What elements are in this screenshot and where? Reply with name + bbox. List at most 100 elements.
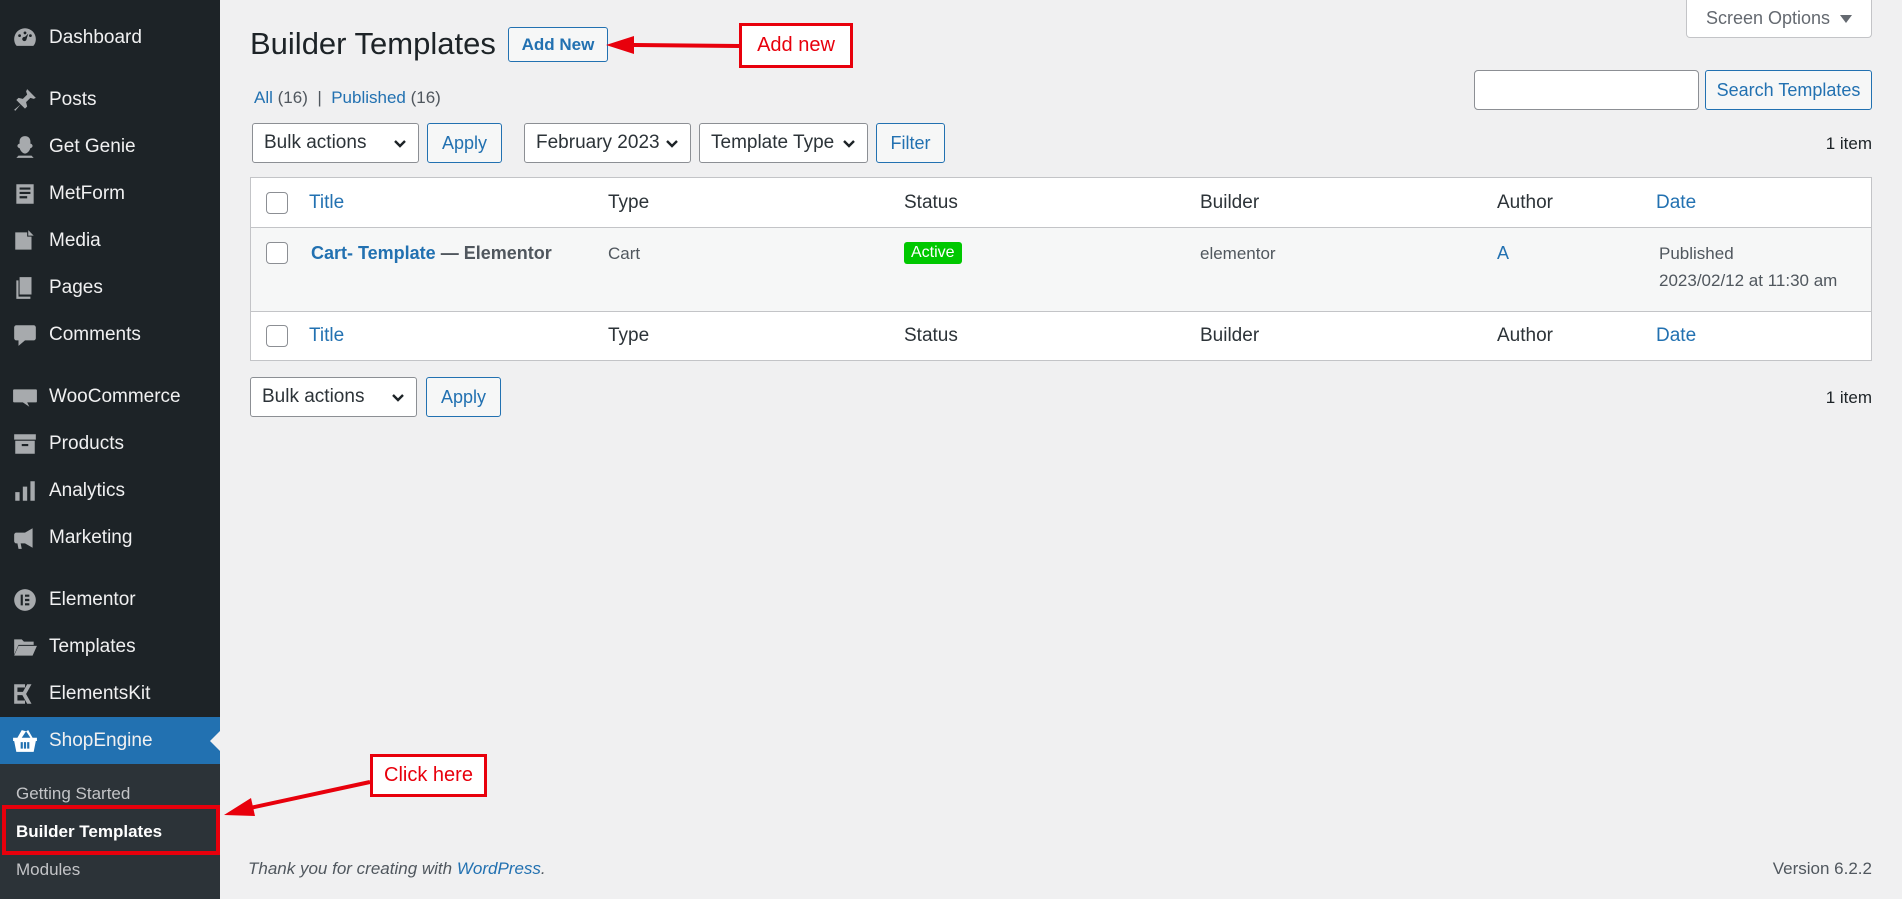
sidebar-item-label: Products	[49, 432, 124, 454]
footer-thanks-suffix: .	[540, 859, 546, 878]
screen-options-button[interactable]: Screen Options	[1686, 0, 1872, 38]
sidebar-item-label: ShopEngine	[49, 729, 153, 751]
annotation-click-here: Click here	[370, 754, 487, 797]
sidebar-item-elementor[interactable]: Elementor	[0, 576, 220, 623]
sidebar-item-label: Pages	[49, 276, 103, 298]
chevron-down-icon	[392, 135, 408, 151]
chevron-down-icon	[841, 135, 857, 151]
arrow-to-builder-templates	[249, 780, 371, 810]
bulk-actions-select-top[interactable]: Bulk actions	[252, 123, 419, 163]
row-builder: elementor	[1200, 244, 1276, 263]
form-icon	[11, 180, 39, 208]
arrow-to-add-new	[629, 43, 740, 48]
sidebar-item-pages[interactable]: Pages	[0, 264, 220, 311]
filter-separator: |	[317, 88, 322, 107]
sidebar-item-shopengine[interactable]: ShopEngine	[0, 717, 220, 764]
item-count-bottom: 1 item	[1825, 388, 1872, 407]
footer-version: Version 6.2.2	[1772, 859, 1872, 878]
pin-icon	[11, 86, 39, 114]
comment-icon	[11, 321, 39, 349]
submenu-modules[interactable]: Modules	[16, 860, 80, 880]
bulk-actions-select-bottom[interactable]: Bulk actions	[250, 377, 417, 417]
column-date-bottom[interactable]: Date	[1656, 325, 1696, 347]
arrowhead-builder-templates	[224, 798, 255, 816]
column-title[interactable]: Title	[309, 192, 344, 214]
sidebar-item-get-genie[interactable]: Get Genie	[0, 123, 220, 170]
sidebar-item-analytics[interactable]: Analytics	[0, 467, 220, 514]
sidebar-item-label: Get Genie	[49, 135, 136, 157]
sidebar-item-metform[interactable]: MetForm	[0, 170, 220, 217]
sidebar-item-label: Comments	[49, 323, 141, 345]
sidebar-item-media[interactable]: Media	[0, 217, 220, 264]
select-all-checkbox[interactable]	[266, 192, 288, 214]
template-type-label: Template Type	[711, 132, 835, 153]
column-type-bottom: Type	[608, 325, 650, 346]
sidebar-item-label: ElementsKit	[49, 682, 151, 704]
woo-icon	[11, 383, 39, 411]
sidebar-item-label: MetForm	[49, 182, 125, 204]
column-type: Type	[608, 192, 650, 213]
sidebar-item-label: Marketing	[49, 526, 133, 548]
elementskit-icon	[11, 680, 39, 708]
folder-icon	[11, 633, 39, 661]
filter-button[interactable]: Filter	[876, 123, 945, 163]
column-builder-bottom: Builder	[1200, 325, 1260, 346]
sidebar-item-label: Dashboard	[49, 26, 142, 48]
sidebar-item-marketing[interactable]: Marketing	[0, 514, 220, 561]
search-input[interactable]	[1474, 70, 1699, 110]
page-title: Builder Templates	[250, 26, 496, 61]
table-row: Cart- Template — Elementor Cart Active e…	[251, 228, 1871, 311]
sidebar-item-elementskit[interactable]: ElementsKit	[0, 670, 220, 717]
column-author: Author	[1497, 192, 1553, 213]
sidebar-item-comments[interactable]: Comments	[0, 311, 220, 358]
footer-thanks-prefix: Thank you for creating with	[248, 859, 457, 878]
column-author-bottom: Author	[1497, 325, 1553, 346]
filter-all-link[interactable]: All	[254, 88, 273, 107]
select-all-checkbox-bottom[interactable]	[266, 325, 288, 347]
apply-button-bottom[interactable]: Apply	[426, 377, 501, 417]
sidebar-item-label: Media	[49, 229, 101, 251]
bulk-actions-label: Bulk actions	[264, 132, 367, 153]
row-checkbox[interactable]	[266, 242, 288, 264]
dashboard-icon	[11, 24, 39, 52]
row-title-suffix: — Elementor	[435, 243, 552, 263]
sidebar-item-label: WooCommerce	[49, 385, 181, 407]
sidebar-item-label: Elementor	[49, 588, 136, 610]
date-filter-label: February 2023	[536, 132, 660, 153]
add-new-button[interactable]: Add New	[508, 27, 608, 62]
search-templates-button[interactable]: Search Templates	[1705, 70, 1872, 110]
chevron-down-icon	[664, 135, 680, 151]
sidebar-item-label: Posts	[49, 88, 97, 110]
column-status-bottom: Status	[904, 325, 958, 346]
row-type: Cart	[608, 244, 641, 263]
column-title-bottom[interactable]: Title	[309, 325, 344, 347]
wordpress-link[interactable]: WordPress	[457, 859, 541, 878]
row-title-link[interactable]: Cart- Template	[311, 243, 436, 263]
template-type-select[interactable]: Template Type	[699, 123, 868, 163]
sidebar-item-products[interactable]: Products	[0, 420, 220, 467]
submenu-getting-started[interactable]: Getting Started	[16, 784, 130, 804]
screen-options-label: Screen Options	[1705, 8, 1831, 28]
elementor-icon	[11, 586, 39, 614]
filter-published-count: (16)	[410, 88, 441, 107]
pages-icon	[11, 274, 39, 302]
triangle-down-icon	[1840, 14, 1853, 23]
sidebar-item-dashboard[interactable]: Dashboard	[0, 14, 220, 61]
apply-button-top[interactable]: Apply	[427, 123, 502, 163]
bulk-actions-label: Bulk actions	[262, 386, 365, 407]
filter-published-link[interactable]: Published	[331, 88, 406, 107]
column-date[interactable]: Date	[1656, 192, 1696, 214]
sidebar-item-posts[interactable]: Posts	[0, 76, 220, 123]
basket-icon	[11, 727, 39, 755]
sidebar-item-label: Templates	[49, 635, 136, 657]
column-status: Status	[904, 192, 958, 213]
row-date-status: Published	[1659, 244, 1734, 263]
media-icon	[11, 227, 39, 255]
sidebar-item-woocommerce[interactable]: WooCommerce	[0, 373, 220, 420]
admin-sidebar: Dashboard Posts Get Genie MetForm Media …	[0, 0, 220, 899]
date-filter-select[interactable]: February 2023	[524, 123, 691, 163]
megaphone-icon	[11, 524, 39, 552]
footer-thanks: Thank you for creating with WordPress.	[248, 859, 546, 879]
row-author-link[interactable]: A	[1497, 243, 1509, 264]
sidebar-item-templates[interactable]: Templates	[0, 623, 220, 670]
